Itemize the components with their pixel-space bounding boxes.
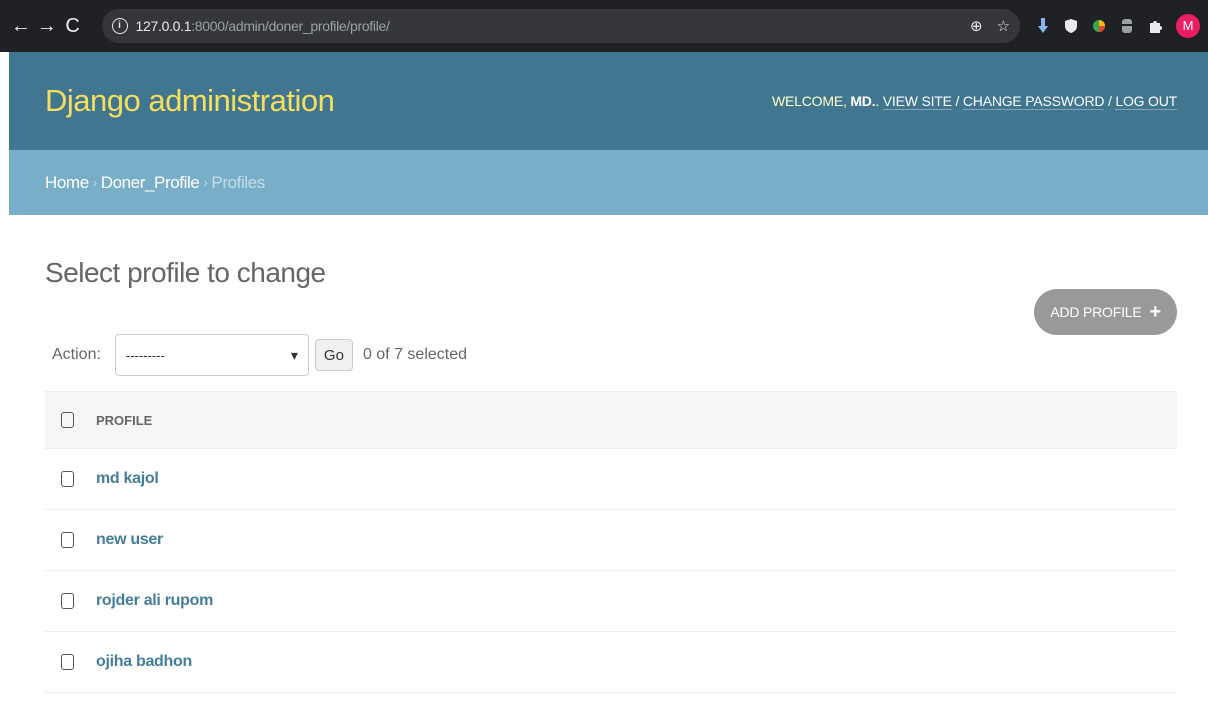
zoom-icon[interactable]: ⊕ — [970, 17, 983, 35]
table-row: md kajol — [45, 449, 1177, 510]
profile-link[interactable]: ojiha badhon — [96, 653, 192, 671]
row-checkbox[interactable] — [61, 471, 74, 487]
django-admin-page: Django administration WELCOME, MD.. VIEW… — [9, 52, 1208, 693]
row-checkbox[interactable] — [61, 593, 74, 609]
row-checkbox[interactable] — [61, 654, 74, 670]
url-path: :8000/admin/doner_profile/profile/ — [191, 18, 390, 34]
profile-link[interactable]: md kajol — [96, 470, 159, 488]
add-profile-label: ADD PROFILE — [1050, 304, 1142, 320]
table-row: new user — [45, 510, 1177, 571]
table-header: PROFILE — [45, 391, 1177, 449]
action-label: Action: — [52, 346, 101, 363]
slash-separator: / — [1104, 93, 1116, 109]
url-host: 127.0.0.1 — [135, 18, 192, 34]
add-profile-button[interactable]: ADD PROFILE + — [1034, 289, 1177, 335]
browser-toolbar: ← → C i 127.0.0.1:8000/admin/doner_profi… — [0, 0, 1208, 52]
user-tools: WELCOME, MD.. VIEW SITE / CHANGE PASSWOR… — [772, 93, 1177, 110]
site-info-icon[interactable]: i — [111, 18, 128, 34]
color-extension-icon[interactable] — [1092, 18, 1106, 34]
breadcrumb-current: Profiles — [211, 172, 265, 192]
profile-link[interactable]: rojder ali rupom — [96, 592, 213, 610]
row-checkbox[interactable] — [61, 532, 74, 548]
breadcrumb-home[interactable]: Home — [45, 173, 89, 193]
column-header-profile[interactable]: PROFILE — [96, 413, 152, 428]
admin-header: Django administration WELCOME, MD.. VIEW… — [9, 52, 1208, 150]
breadcrumb: Home › Doner_Profile › Profiles — [9, 150, 1208, 215]
breadcrumb-app[interactable]: Doner_Profile — [101, 173, 200, 193]
username: MD. — [850, 93, 876, 109]
view-site-link[interactable]: VIEW SITE — [882, 93, 952, 110]
database-extension-icon[interactable] — [1120, 18, 1134, 34]
selection-counter: 0 of 7 selected — [362, 346, 468, 363]
log-out-link[interactable]: LOG OUT — [1115, 93, 1177, 110]
profile-avatar[interactable]: M — [1176, 14, 1201, 38]
back-arrow-icon[interactable]: ← — [8, 13, 34, 39]
main-content: Select profile to change ADD PROFILE + A… — [9, 257, 1208, 693]
puzzle-extensions-icon[interactable] — [1148, 18, 1163, 34]
actions-bar: Action: --------- ▾ Go 0 of 7 selected — [45, 333, 1177, 377]
bookmark-star-icon[interactable]: ☆ — [997, 17, 1010, 35]
download-extension-icon[interactable] — [1036, 18, 1050, 34]
slash-separator: / — [951, 93, 963, 109]
breadcrumb-separator: › — [203, 175, 208, 190]
select-all-checkbox[interactable] — [61, 412, 74, 428]
welcome-after: . — [875, 93, 883, 109]
reload-icon[interactable]: C — [60, 13, 86, 39]
result-list: PROFILE md kajol new user rojder ali rup… — [45, 391, 1177, 693]
change-password-link[interactable]: CHANGE PASSWORD — [962, 93, 1105, 110]
address-bar[interactable]: i 127.0.0.1:8000/admin/doner_profile/pro… — [101, 9, 1021, 43]
welcome-text: WELCOME, — [772, 93, 851, 109]
page-title: Select profile to change — [45, 257, 326, 288]
shield-extension-icon[interactable] — [1064, 18, 1078, 34]
action-select[interactable]: --------- ▾ — [114, 334, 309, 376]
action-select-value: --------- — [125, 347, 165, 363]
chevron-down-icon: ▾ — [290, 346, 298, 363]
table-row: rojder ali rupom — [45, 571, 1177, 632]
breadcrumb-separator: › — [92, 175, 97, 190]
site-branding[interactable]: Django administration — [45, 83, 335, 119]
table-row: ojiha badhon — [45, 632, 1177, 693]
profile-link[interactable]: new user — [96, 531, 163, 549]
forward-arrow-icon[interactable]: → — [34, 13, 60, 39]
plus-icon: + — [1149, 301, 1162, 323]
go-button[interactable]: Go — [314, 339, 353, 371]
